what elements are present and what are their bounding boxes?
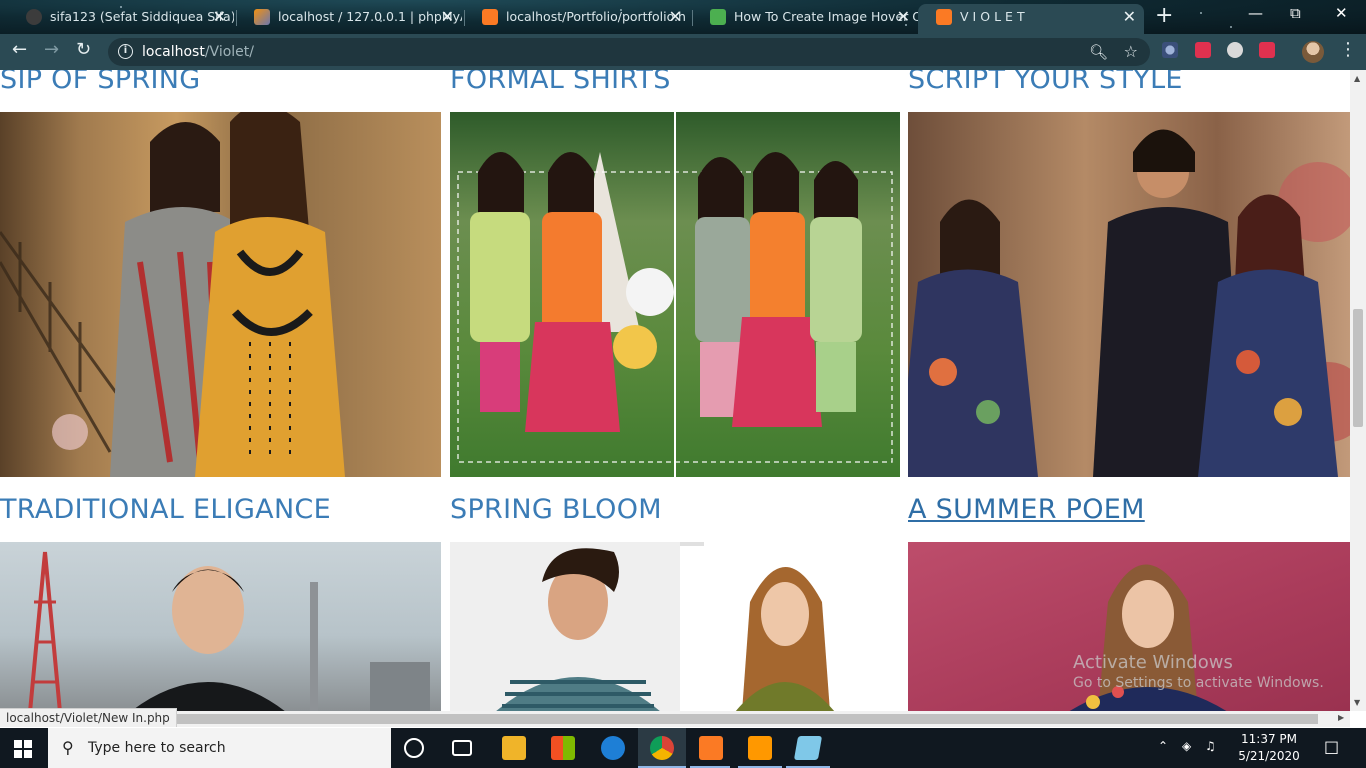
card-title[interactable]: SIP OF SPRING <box>0 70 201 95</box>
profile-avatar[interactable] <box>1302 41 1324 63</box>
tray-chevron-icon[interactable]: ⌃ <box>1158 739 1168 753</box>
store-icon[interactable] <box>551 736 575 760</box>
product-card[interactable]: TRADITIONAL ELIGANCE <box>0 494 441 711</box>
horizontal-scrollbar[interactable]: ▶ <box>0 711 1350 727</box>
tab-label: localhost / 127.0.0.1 | phpMyA <box>278 9 462 24</box>
search-placeholder: Type here to search <box>88 740 226 756</box>
zoom-icon[interactable]: 🔍︎ <box>1089 38 1108 66</box>
watermark-subtitle: Go to Settings to activate Windows. <box>1073 675 1324 691</box>
forward-icon[interactable]: → <box>44 39 59 60</box>
tab-close-icon[interactable]: ✕ <box>213 4 226 30</box>
tab-label: sifa123 (Sefat Siddiquea Sifa) <box>50 9 234 24</box>
page-viewport: SIP OF SPRING FORMAL SHIRTS SCRIPT YOUR … <box>0 70 1350 711</box>
volume-icon[interactable]: ♫ <box>1205 739 1216 753</box>
activation-watermark: Activate Windows Go to Settings to activ… <box>1073 652 1324 691</box>
browser-tab-strip: sifa123 (Sefat Siddiquea Sifa) ✕ localho… <box>0 0 1366 34</box>
clock-time: 11:37 PM <box>1241 732 1297 746</box>
reload-icon[interactable]: ↻ <box>76 39 91 60</box>
browser-tab[interactable]: How To Create Image Hover O ✕ <box>692 4 918 34</box>
tab-close-icon[interactable]: ✕ <box>1123 4 1136 30</box>
product-image[interactable] <box>0 112 441 477</box>
tab-close-icon[interactable]: ✕ <box>441 4 454 30</box>
card-title[interactable]: A SUMMER POEM <box>908 494 1145 525</box>
edge-icon[interactable] <box>601 736 625 760</box>
address-bar[interactable]: i localhost/Violet/ 🔍︎ ☆ <box>108 38 1150 66</box>
notifications-icon[interactable]: □ <box>1324 737 1339 756</box>
product-image[interactable] <box>450 542 900 711</box>
taskbar-clock[interactable]: 11:37 PM 5/21/2020 <box>1228 731 1310 765</box>
sublime-text-icon[interactable] <box>748 736 772 760</box>
taskbar-search-box[interactable]: ⚲ Type here to search <box>48 728 391 768</box>
product-card[interactable]: SIP OF SPRING <box>0 70 441 480</box>
scroll-right-icon[interactable]: ▶ <box>1338 713 1344 722</box>
chrome-icon[interactable] <box>650 736 674 760</box>
task-view-icon[interactable] <box>452 740 472 756</box>
tab-label: VIOLET <box>960 9 1029 24</box>
xampp-icon <box>936 9 952 25</box>
watermark-title: Activate Windows <box>1073 652 1233 673</box>
windows-taskbar: ⚲ Type here to search ⌃ ◈ ♫ ▮ 11:37 PM 5… <box>0 728 1366 768</box>
vertical-scrollbar[interactable]: ▲ ▼ <box>1350 70 1366 711</box>
pocket-icon[interactable] <box>1259 42 1275 58</box>
extension-cursor-icon[interactable] <box>1162 42 1178 58</box>
tab-label: How To Create Image Hover O <box>734 9 918 24</box>
xampp-icon <box>482 9 498 25</box>
file-explorer-icon[interactable] <box>502 736 526 760</box>
bookmark-star-icon[interactable]: ☆ <box>1124 38 1138 66</box>
clock-date: 5/21/2020 <box>1238 749 1300 763</box>
cortana-icon[interactable] <box>404 738 424 758</box>
card-title[interactable]: TRADITIONAL ELIGANCE <box>0 494 331 525</box>
card-title[interactable]: SCRIPT YOUR STYLE <box>908 70 1183 95</box>
tab-label: localhost/Portfolio/portfolio.h <box>506 9 686 24</box>
browser-tab[interactable]: localhost / 127.0.0.1 | phpMyA ✕ <box>236 4 462 34</box>
browser-tab[interactable]: localhost/Portfolio/portfolio.h ✕ <box>464 4 690 34</box>
tab-close-icon[interactable]: ✕ <box>669 4 682 30</box>
product-image[interactable] <box>0 542 441 711</box>
restore-icon[interactable]: ⧉ <box>1290 4 1301 22</box>
wifi-icon[interactable]: ◈ <box>1182 739 1191 753</box>
extension-bike-icon[interactable] <box>1227 42 1243 58</box>
link-status-bar: localhost/Violet/New In.php <box>0 708 177 727</box>
pocket-icon[interactable] <box>1195 42 1211 58</box>
github-icon <box>26 9 42 25</box>
notepad-icon[interactable] <box>793 736 823 760</box>
scrollbar-thumb[interactable] <box>1353 309 1363 427</box>
product-card[interactable]: SPRING BLOOM <box>450 494 900 711</box>
w3schools-icon <box>710 9 726 25</box>
site-info-icon[interactable]: i <box>118 44 133 59</box>
product-card[interactable]: FORMAL SHIRTS <box>450 70 900 480</box>
back-icon[interactable]: ← <box>12 39 27 60</box>
product-card[interactable]: SCRIPT YOUR STYLE <box>908 70 1350 480</box>
browser-tab[interactable]: sifa123 (Sefat Siddiquea Sifa) ✕ <box>8 4 234 34</box>
scrollbar-thumb[interactable] <box>160 714 1318 724</box>
product-image[interactable] <box>450 112 900 477</box>
minimize-icon[interactable]: — <box>1248 4 1263 22</box>
scroll-up-icon[interactable]: ▲ <box>1354 74 1360 83</box>
menu-kebab-icon[interactable]: ⋮ <box>1339 39 1357 60</box>
window-close-icon[interactable]: ✕ <box>1335 4 1348 22</box>
new-tab-button[interactable]: + <box>1155 4 1173 28</box>
url-text: localhost/Violet/ <box>142 44 254 60</box>
product-image[interactable] <box>908 112 1350 477</box>
card-title[interactable]: FORMAL SHIRTS <box>450 70 671 95</box>
card-title[interactable]: SPRING BLOOM <box>450 494 662 525</box>
tab-close-icon[interactable]: ✕ <box>897 4 910 30</box>
browser-toolbar: ← → ↻ i localhost/Violet/ 🔍︎ ☆ ⋮ <box>0 34 1366 70</box>
browser-tab-active[interactable]: VIOLET ✕ <box>918 4 1144 34</box>
phpmyadmin-icon <box>254 9 270 25</box>
xampp-icon[interactable] <box>699 736 723 760</box>
windows-start-icon[interactable] <box>14 740 32 758</box>
scroll-down-icon[interactable]: ▼ <box>1354 698 1360 707</box>
search-icon: ⚲ <box>62 738 74 757</box>
